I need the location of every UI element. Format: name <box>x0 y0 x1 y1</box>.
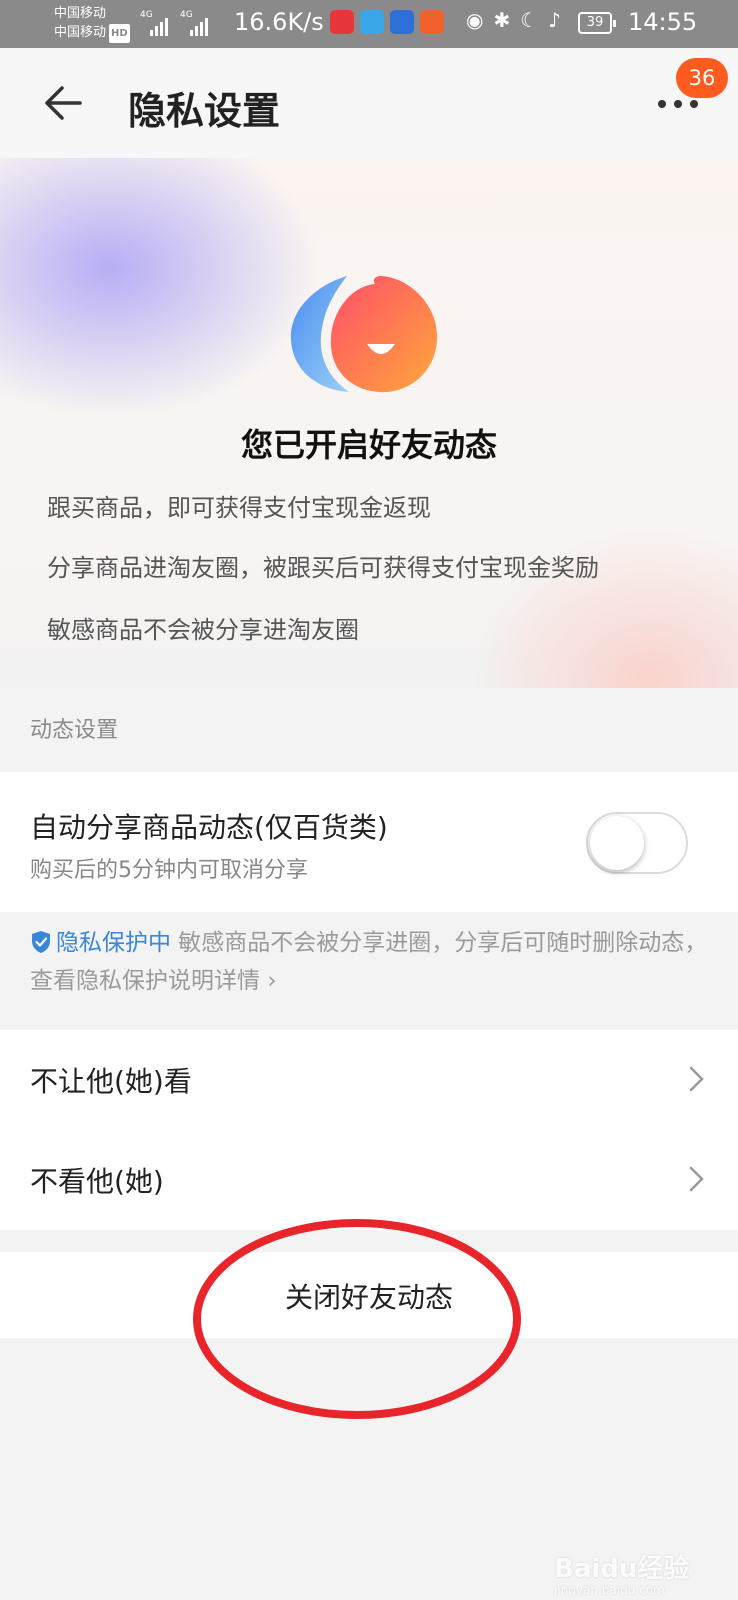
app-notification-icon <box>390 10 414 34</box>
privacy-protection-label: 隐私保护中 <box>56 930 171 956</box>
clock: 14:55 <box>628 8 698 36</box>
hero-line: 敏感商品不会被分享进淘友圈 <box>47 616 359 644</box>
hero-banner: 您已开启好友动态 跟买商品，即可获得支付宝现金返现 分享商品进淘友圈，被跟买后可… <box>0 158 738 688</box>
moon-icon: ☾ <box>520 8 549 32</box>
visibility-list: 不让他(她)看 不看他(她) <box>0 1030 738 1230</box>
privacy-note[interactable]: 隐私保护中 敏感商品不会被分享进圈，分享后可随时删除动态，查看隐私保护说明详情 … <box>30 924 720 1000</box>
friend-feed-logo-icon <box>290 276 438 393</box>
list-item-label: 不看他(她) <box>30 1165 164 1198</box>
app-notification-icon <box>420 10 444 34</box>
notification-badge: 36 <box>676 58 728 98</box>
net-speed: 16.6K/s <box>234 8 324 36</box>
toggle-knob <box>590 816 644 870</box>
app-notification-icon <box>330 10 354 34</box>
nav-bar: 隐私设置 36 <box>0 48 738 158</box>
list-item-hide-from[interactable]: 不让他(她)看 <box>0 1030 738 1130</box>
mute-bell-icon: ♪ <box>548 8 571 32</box>
battery-icon: 39 <box>578 12 616 34</box>
chevron-right-icon <box>689 1166 704 1192</box>
carrier-1: 中国移动 <box>54 6 107 21</box>
carrier-2: 中国移动 <box>54 25 107 40</box>
close-friend-feed-button[interactable]: 关闭好友动态 <box>0 1252 738 1338</box>
hd-badge: HD <box>109 24 130 43</box>
hero-line: 跟买商品，即可获得支付宝现金返现 <box>47 494 431 522</box>
notification-icons <box>330 10 444 34</box>
chevron-right-icon <box>689 1066 704 1092</box>
list-item-do-not-see[interactable]: 不看他(她) <box>0 1130 738 1230</box>
chevron-right-icon: › <box>267 968 277 994</box>
status-bar: 中国移动 中国移动 HD 4G 4G 16.6K/s ◉✱☾♪ 39 14:55 <box>0 0 738 48</box>
carrier-info: 中国移动 中国移动 HD <box>54 4 130 43</box>
auto-share-subtitle: 购买后的5分钟内可取消分享 <box>30 858 308 883</box>
hero-title: 您已开启好友动态 <box>240 426 497 464</box>
auto-share-title: 自动分享商品动态(仅百货类) <box>30 811 388 844</box>
list-item-label: 不让他(她)看 <box>30 1065 192 1098</box>
auto-share-setting: 自动分享商品动态(仅百货类) 购买后的5分钟内可取消分享 <box>0 772 738 912</box>
eye-icon: ◉ <box>466 8 494 32</box>
hero-line: 分享商品进淘友圈，被跟买后可获得支付宝现金奖励 <box>47 554 599 582</box>
system-icons: ◉✱☾♪ <box>466 8 571 32</box>
close-friend-feed-label: 关闭好友动态 <box>284 1281 453 1314</box>
page-title: 隐私设置 <box>128 89 281 133</box>
app-notification-icon <box>360 10 384 34</box>
section-label: 动态设置 <box>30 718 119 743</box>
bluetooth-icon: ✱ <box>493 8 521 32</box>
watermark-logo: Baidu经验 jingyan.baidu.com <box>554 1554 690 1597</box>
back-arrow-icon[interactable] <box>40 80 86 126</box>
shield-check-icon <box>32 931 50 953</box>
auto-share-toggle[interactable] <box>586 812 688 874</box>
